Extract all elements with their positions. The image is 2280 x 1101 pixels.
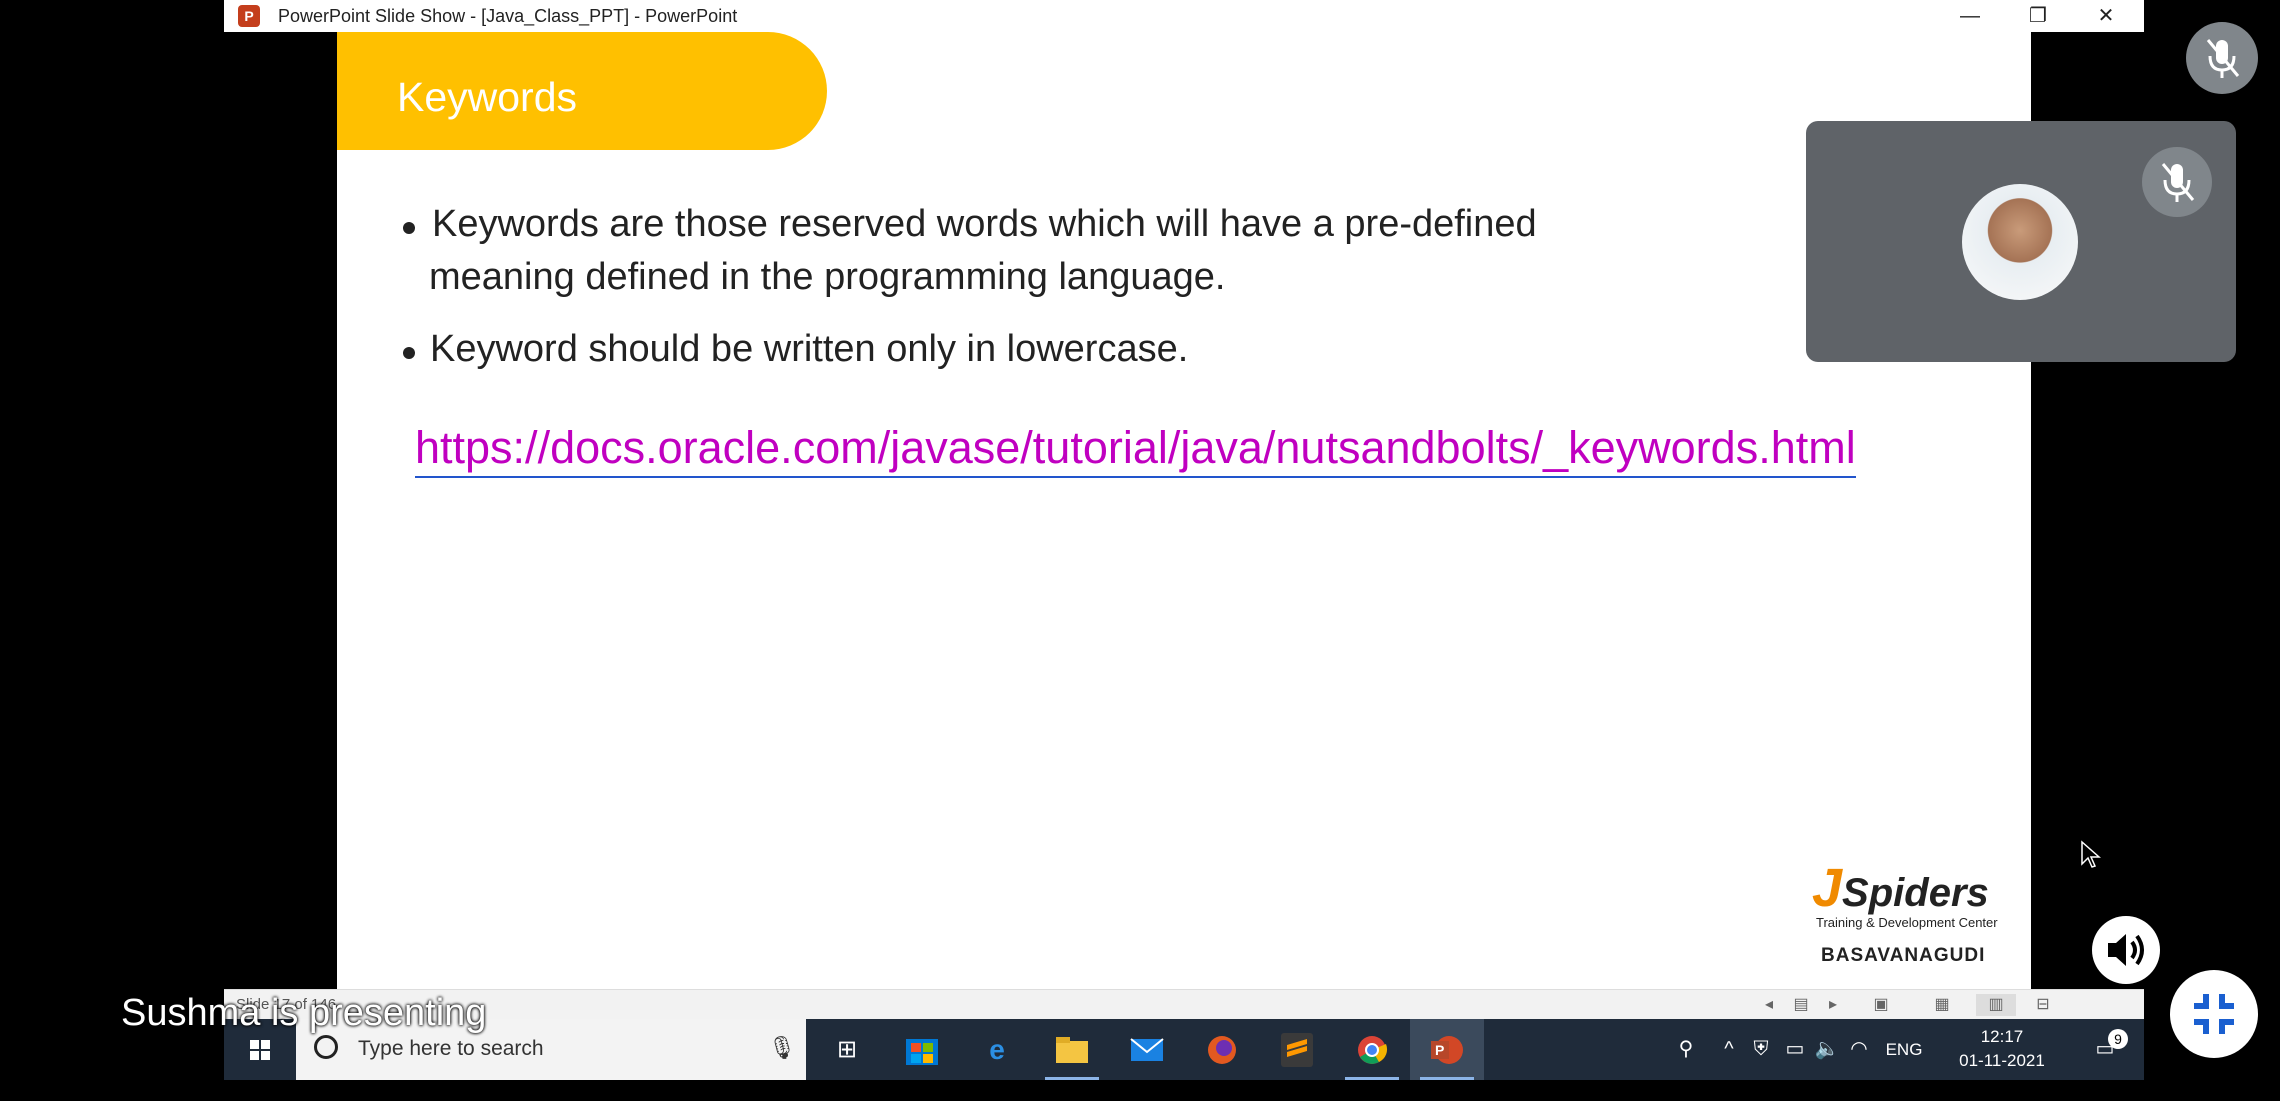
file-explorer-icon[interactable] <box>1035 1019 1109 1080</box>
muted-mic-indicator <box>2186 22 2258 94</box>
exit-fullscreen-icon <box>2194 994 2234 1034</box>
microphone-icon[interactable]: 🎙 <box>768 1035 796 1061</box>
folder-icon <box>1056 1037 1088 1063</box>
powerpoint-logo-icon: P <box>1431 1036 1463 1064</box>
people-icon[interactable]: ⚲ <box>1666 1019 1706 1080</box>
language-indicator[interactable]: ENG <box>1876 1019 1932 1080</box>
window-titlebar: P PowerPoint Slide Show - [Java_Class_PP… <box>224 0 2144 33</box>
search-placeholder: Type here to search <box>358 1037 544 1060</box>
logo-letter-j: J <box>1812 858 1843 918</box>
show-hidden-icons-chevron-icon[interactable]: ^ <box>1714 1019 1744 1080</box>
logo-brand: Spiders <box>1842 871 1989 915</box>
bullet-1-line-1: Keywords are those reserved words which … <box>432 203 1537 245</box>
logo-location: BASAVANAGUDI <box>1821 945 1986 966</box>
store-bag-icon <box>906 1039 938 1065</box>
minimize-button[interactable]: — <box>1936 0 2004 32</box>
window-title: PowerPoint Slide Show - [Java_Class_PPT]… <box>278 6 738 26</box>
jspiders-logo: JSpiders Training & Development Center B… <box>1812 857 1998 972</box>
chrome-logo-icon <box>1358 1036 1388 1064</box>
clock-date: 01-11-2021 <box>1959 1051 2045 1070</box>
sublime-text-icon[interactable] <box>1260 1019 1334 1080</box>
slideshow-view-icon[interactable]: ⊟ <box>2030 994 2056 1016</box>
reading-view-icon[interactable]: ▥ <box>1976 994 2016 1016</box>
participant-avatar <box>1962 184 2078 300</box>
logo-wordmark: JSpiders <box>1812 857 1989 919</box>
clock-time: 12:17 <box>1980 1027 2024 1046</box>
keywords-docs-link[interactable]: https://docs.oracle.com/javase/tutorial/… <box>415 422 1856 478</box>
bullet-1-line-2: meaning defined in the programming langu… <box>429 256 1226 298</box>
slide[interactable] <box>337 32 2031 989</box>
previous-slide-icon[interactable]: ◂ <box>1756 994 1782 1016</box>
mail-icon[interactable] <box>1110 1019 1184 1080</box>
notes-icon[interactable]: ▤ <box>1788 994 1814 1016</box>
mic-off-icon <box>2206 39 2240 78</box>
chrome-icon[interactable] <box>1335 1019 1409 1080</box>
normal-view-icon[interactable]: ▣ <box>1868 994 1894 1016</box>
svg-text:P: P <box>1435 1042 1444 1058</box>
speaker-button[interactable] <box>2092 916 2160 984</box>
notification-center-icon[interactable]: ▭ 9 <box>2080 1019 2130 1080</box>
logo-tagline: Training & Development Center <box>1816 915 1998 930</box>
next-slide-icon[interactable]: ▸ <box>1820 994 1846 1016</box>
powerpoint-taskbar-icon[interactable]: P <box>1410 1019 1484 1080</box>
participant-video-tile[interactable] <box>1806 121 2236 362</box>
security-shield-icon[interactable]: ⛨ <box>1746 1019 1776 1080</box>
bullet-dot <box>403 347 415 359</box>
slideshow-statusbar: Slide 17 of 146 ◂ ▤ ▸ ▣ ▦ ▥ ⊟ <box>224 989 2144 1020</box>
system-clock[interactable]: 12:17 01-11-2021 <box>1952 1025 2052 1073</box>
speaker-icon <box>2108 934 2144 966</box>
envelope-icon <box>1130 1038 1164 1061</box>
close-button[interactable]: ✕ <box>2072 0 2140 32</box>
exit-fullscreen-button[interactable] <box>2170 970 2258 1058</box>
cortana-icon <box>314 1035 338 1059</box>
wifi-icon[interactable]: ◠ <box>1844 1019 1874 1080</box>
firefox-icon[interactable] <box>1185 1019 1259 1080</box>
participant-muted-indicator <box>2142 147 2212 217</box>
sublime-logo-icon <box>1281 1033 1313 1067</box>
mouse-cursor-icon <box>2080 840 2102 875</box>
notification-count-badge: 9 <box>2108 1029 2128 1049</box>
task-view-icon[interactable]: ⊞ <box>810 1019 884 1080</box>
battery-icon[interactable]: ▭ <box>1780 1019 1810 1080</box>
slide-title: Keywords <box>397 74 578 120</box>
firefox-logo-icon <box>1208 1036 1236 1064</box>
presenter-caption: Sushma is presenting <box>121 992 487 1034</box>
windows-taskbar: Type here to search 🎙 ⊞ e P ⚲ ^ ⛨ ▭ 🔈 ◠ … <box>224 1019 2144 1080</box>
bullet-2-line-1: Keyword should be written only in lowerc… <box>430 328 1189 370</box>
edge-icon[interactable]: e <box>960 1019 1034 1080</box>
restore-button[interactable]: ❐ <box>2004 0 2072 32</box>
bullet-dot <box>403 222 415 234</box>
powerpoint-app-icon: P <box>238 5 260 27</box>
mic-off-icon <box>2161 163 2195 202</box>
volume-icon[interactable]: 🔈 <box>1812 1019 1842 1080</box>
store-icon[interactable] <box>885 1019 959 1080</box>
slide-sorter-icon[interactable]: ▦ <box>1929 994 1955 1016</box>
